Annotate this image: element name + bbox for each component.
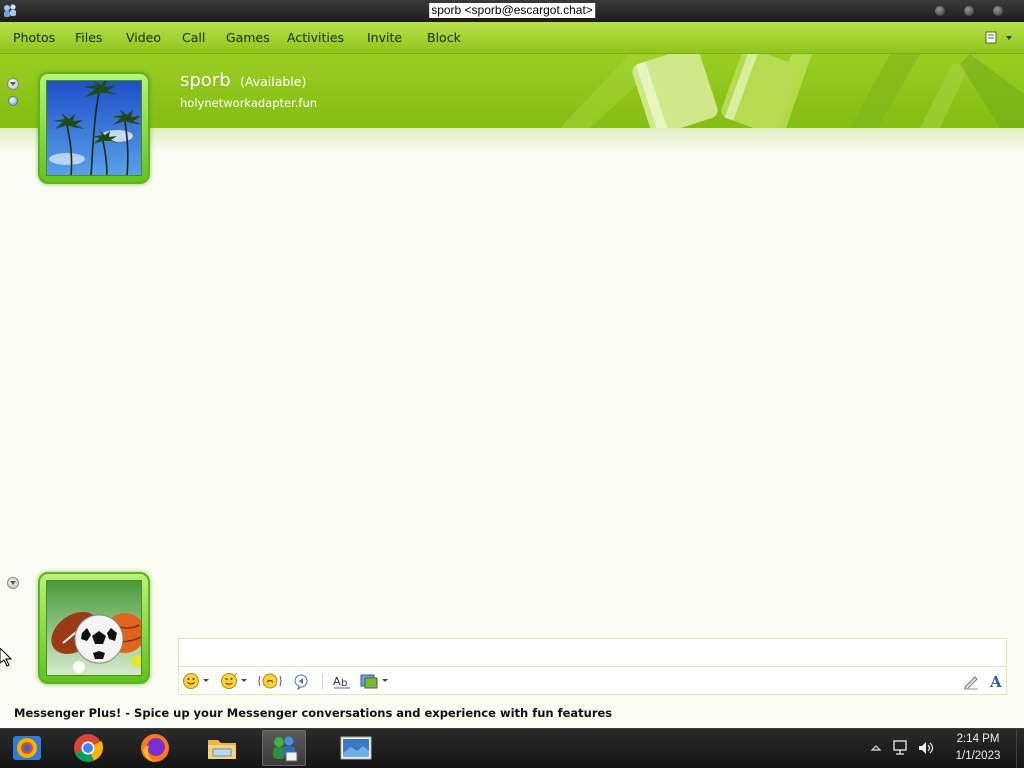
wink-dropdown-icon[interactable] bbox=[241, 679, 247, 682]
taskbar-chrome[interactable] bbox=[66, 730, 110, 766]
header-fade bbox=[0, 128, 1024, 152]
contact-card-icon[interactable] bbox=[8, 96, 18, 106]
show-hidden-icons[interactable] bbox=[870, 743, 882, 753]
window-title: sporb <sporb@escargot.chat> bbox=[429, 3, 595, 18]
toolbar-separator bbox=[322, 673, 323, 689]
menu-block[interactable]: Block bbox=[427, 30, 461, 45]
photo-viewer-icon bbox=[340, 736, 372, 760]
file-explorer-icon bbox=[208, 740, 236, 759]
firefox-icon bbox=[141, 734, 169, 762]
font-icon[interactable]: A b bbox=[332, 672, 354, 690]
options-icon[interactable] bbox=[984, 30, 1014, 46]
clock-time[interactable]: 2:14 PM bbox=[950, 733, 1006, 745]
nudge-icon[interactable] bbox=[258, 672, 282, 690]
menu-call[interactable]: Call bbox=[182, 30, 205, 45]
maximize-button[interactable] bbox=[964, 6, 974, 16]
taskbar-photo-viewer[interactable] bbox=[334, 730, 378, 766]
volume-icon[interactable] bbox=[917, 740, 935, 756]
palm-trees-image bbox=[47, 81, 141, 175]
network-icon[interactable] bbox=[892, 740, 910, 756]
background-dropdown-icon[interactable] bbox=[382, 679, 388, 682]
messenger-icon bbox=[273, 736, 298, 762]
menu-games[interactable]: Games bbox=[226, 30, 270, 45]
contact-personal-message: holynetworkadapter.fun bbox=[180, 96, 318, 110]
mouse-cursor-icon bbox=[0, 648, 12, 667]
self-avatar-image bbox=[46, 580, 142, 676]
voice-clip-icon[interactable] bbox=[292, 672, 312, 690]
chrome-canary-icon bbox=[13, 736, 41, 760]
emoticon-icon[interactable] bbox=[182, 672, 200, 690]
svg-text:A: A bbox=[989, 673, 1002, 690]
taskbar-firefox[interactable] bbox=[133, 730, 177, 766]
clock-date[interactable]: 1/1/2023 bbox=[946, 750, 1010, 762]
contact-avatar-image bbox=[46, 80, 142, 176]
menu-photos[interactable]: Photos bbox=[13, 30, 55, 45]
messenger-app-icon[interactable] bbox=[2, 3, 18, 19]
compose-divider bbox=[178, 666, 1007, 667]
contact-status: (Available) bbox=[240, 74, 307, 89]
bamboo-background bbox=[560, 54, 1024, 128]
wink-icon[interactable] bbox=[220, 672, 238, 690]
background-icon[interactable] bbox=[360, 672, 378, 690]
menu-bar: Photos Files Video Call Games Activities… bbox=[0, 22, 1024, 54]
sports-balls-image bbox=[47, 581, 141, 675]
menu-video[interactable]: Video bbox=[126, 30, 161, 45]
collapse-contact-pane-icon[interactable] bbox=[7, 78, 19, 90]
taskbar-chrome-canary[interactable] bbox=[5, 730, 49, 766]
collapse-self-pane-icon[interactable] bbox=[7, 577, 19, 589]
menu-invite[interactable]: Invite bbox=[367, 30, 402, 45]
self-avatar[interactable] bbox=[38, 572, 150, 684]
contact-avatar[interactable] bbox=[38, 72, 150, 184]
menu-activities[interactable]: Activities bbox=[287, 30, 344, 45]
chrome-icon bbox=[74, 734, 104, 762]
show-desktop-button[interactable] bbox=[1016, 729, 1024, 768]
text-format-icon[interactable]: A bbox=[988, 672, 1006, 690]
taskbar-file-explorer[interactable] bbox=[200, 730, 244, 766]
title-bar: sporb <sporb@escargot.chat> bbox=[0, 0, 1024, 22]
handwriting-icon[interactable] bbox=[962, 672, 980, 690]
menu-files[interactable]: Files bbox=[75, 30, 102, 45]
svg-text:A: A bbox=[333, 675, 341, 688]
contact-header bbox=[0, 54, 1024, 128]
status-bar-text[interactable]: Messenger Plus! - Spice up your Messenge… bbox=[14, 706, 612, 720]
minimize-button[interactable] bbox=[935, 6, 945, 16]
taskbar-messenger[interactable] bbox=[262, 730, 306, 766]
close-button[interactable] bbox=[993, 6, 1003, 16]
emoticon-dropdown-icon[interactable] bbox=[203, 679, 209, 682]
contact-name: sporb bbox=[180, 70, 231, 91]
svg-text:b: b bbox=[341, 678, 347, 689]
